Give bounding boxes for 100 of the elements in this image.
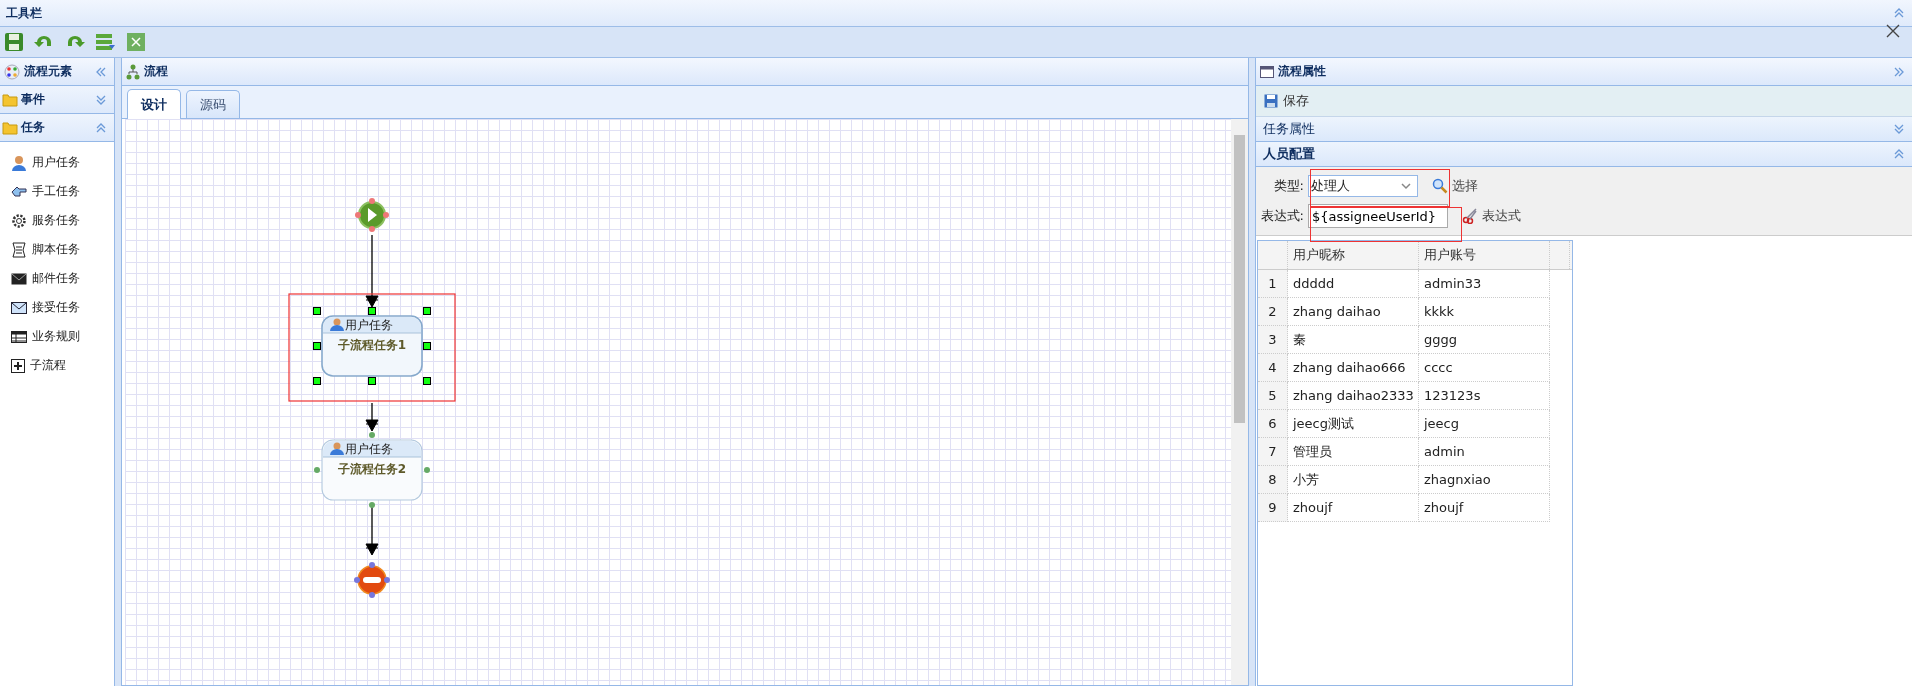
select-button[interactable]: 选择	[1426, 176, 1484, 196]
palette-item[interactable]: 接受任务	[11, 293, 114, 322]
palette-item[interactable]: 服务任务	[11, 206, 114, 235]
palette-item[interactable]: 脚本任务	[11, 235, 114, 264]
window-icon	[1260, 65, 1274, 78]
start-event[interactable]	[355, 198, 389, 232]
task-name: 子流程任务2	[337, 462, 407, 476]
table-cell: jeecg测试	[1288, 410, 1419, 438]
row-number: 9	[1258, 494, 1288, 522]
field-label: 表达式:	[1259, 207, 1304, 225]
table-cell: zhoujf	[1419, 494, 1550, 522]
field-label: 类型:	[1272, 177, 1304, 195]
close-icon[interactable]	[1886, 24, 1900, 38]
task-type-label: 用户任务	[345, 318, 393, 332]
panel-title: 流程	[144, 63, 168, 80]
task-node[interactable]	[321, 439, 423, 501]
scrollbar[interactable]	[1231, 119, 1248, 685]
table-cell: 管理员	[1288, 438, 1419, 466]
connection-dot[interactable]	[369, 432, 375, 438]
resize-handle[interactable]	[313, 307, 321, 315]
tab[interactable]: 设计	[127, 89, 181, 119]
connection-dot[interactable]	[369, 502, 375, 508]
search-icon	[1432, 178, 1448, 194]
connector-arrow[interactable]	[365, 402, 379, 432]
connection-dot[interactable]	[424, 467, 430, 473]
table-cell: 小芳	[1288, 466, 1419, 494]
column-header[interactable]: 用户账号	[1419, 241, 1550, 269]
tab[interactable]: 源码	[186, 90, 240, 118]
resize-handle[interactable]	[423, 342, 431, 350]
plus-box-icon	[11, 358, 25, 373]
type-dropdown[interactable]: 处理人	[1308, 175, 1418, 197]
user-icon	[330, 442, 344, 455]
user-icon	[330, 318, 344, 331]
hierarchy-icon	[126, 63, 140, 80]
table-cell: zhang daihao2333	[1288, 382, 1419, 410]
palette-item[interactable]: 用户任务	[11, 148, 114, 177]
resize-handle[interactable]	[423, 377, 431, 385]
envelope-icon	[11, 271, 27, 286]
accordion-header[interactable]: 人员配置	[1256, 142, 1912, 167]
scissors-icon	[1462, 208, 1478, 224]
scroll-icon	[11, 241, 27, 258]
folder-icon	[2, 92, 18, 107]
table-cell: cccc	[1419, 354, 1550, 382]
table-cell: gggg	[1419, 326, 1550, 354]
column-header[interactable]: 用户昵称	[1288, 241, 1419, 269]
user-icon	[11, 154, 27, 171]
resize-handle[interactable]	[423, 307, 431, 315]
table-cell: admin	[1419, 438, 1550, 466]
toolbar-title: 工具栏	[6, 4, 42, 22]
palette-item[interactable]: 业务规则	[11, 322, 114, 351]
resize-handle[interactable]	[368, 307, 376, 315]
gear-icon	[11, 212, 27, 229]
task-type-label: 用户任务	[345, 442, 393, 456]
accordion-header[interactable]: 事件	[0, 86, 114, 114]
collapse-up-icon	[1894, 149, 1904, 159]
palette-item[interactable]: 子流程	[11, 351, 114, 380]
palette-item[interactable]: 邮件任务	[11, 264, 114, 293]
table-cell: kkkk	[1419, 298, 1550, 326]
close-square-icon[interactable]	[126, 32, 146, 52]
table-cell: zhang daihao	[1288, 298, 1419, 326]
row-number: 3	[1258, 326, 1288, 354]
expression-button[interactable]: 表达式	[1456, 206, 1527, 226]
envelope-icon	[11, 300, 27, 315]
expression-field[interactable]: ${assigneeUserId}	[1308, 204, 1448, 228]
expand-down-icon	[1894, 124, 1904, 134]
table-cell: 123123s	[1419, 382, 1550, 410]
table-cell: zhang daihao666	[1288, 354, 1419, 382]
row-number: 4	[1258, 354, 1288, 382]
save-button[interactable]: 保存	[1262, 90, 1311, 112]
palette-icon	[4, 63, 20, 80]
table-cell: zhagnxiao	[1419, 466, 1550, 494]
collapse-up-icon	[96, 122, 106, 133]
collapse-left-icon[interactable]	[96, 66, 106, 77]
end-event[interactable]	[354, 562, 390, 598]
collapse-right-icon[interactable]	[1894, 66, 1904, 77]
accordion-header[interactable]: 任务属性	[1256, 117, 1912, 142]
save-icon	[1264, 94, 1278, 108]
connection-dot[interactable]	[314, 467, 320, 473]
task-node[interactable]	[321, 315, 423, 377]
palette-item[interactable]: 手工任务	[11, 177, 114, 206]
accordion-header[interactable]: 任务	[0, 114, 114, 142]
collapse-up-icon[interactable]	[1894, 8, 1904, 18]
chevron-down-icon	[1401, 182, 1411, 190]
save-icon[interactable]	[4, 32, 24, 52]
table-cell: jeecg	[1419, 410, 1550, 438]
resize-handle[interactable]	[313, 342, 321, 350]
stack-arrow-icon[interactable]	[95, 32, 117, 52]
table-cell: zhoujf	[1288, 494, 1419, 522]
panel-title: 流程元素	[24, 63, 72, 80]
table-cell: 秦	[1288, 326, 1419, 354]
row-number: 7	[1258, 438, 1288, 466]
table-icon	[11, 329, 27, 344]
row-number: 1	[1258, 270, 1288, 298]
resize-handle[interactable]	[313, 377, 321, 385]
resize-handle[interactable]	[368, 377, 376, 385]
folder-icon	[2, 120, 18, 135]
expand-down-icon	[96, 94, 106, 105]
connector-arrow[interactable]	[365, 234, 379, 308]
row-number: 2	[1258, 298, 1288, 326]
row-number: 6	[1258, 410, 1288, 438]
